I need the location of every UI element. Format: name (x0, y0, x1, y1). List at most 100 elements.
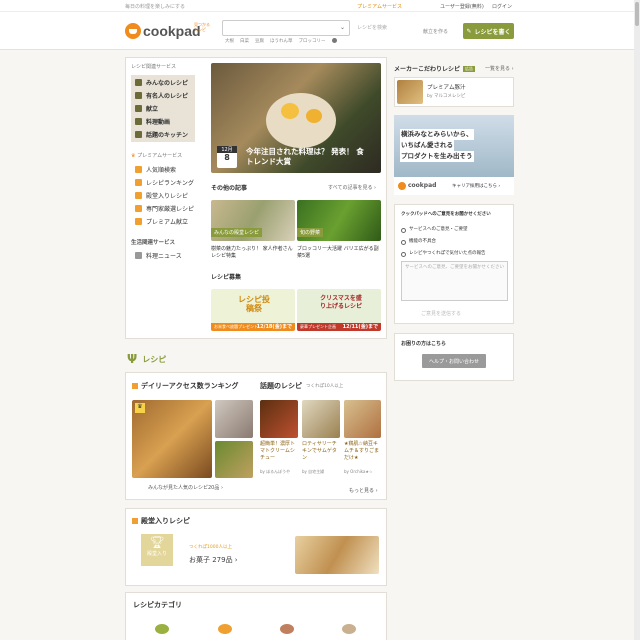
hall-of-fame-header: 殿堂入りレシピ (132, 516, 190, 526)
career-banner[interactable]: 横浜みなとみらいから、 いちばん愛される プロダクトを生み出そう cookpad… (394, 115, 514, 195)
sidebar-item-kondate[interactable]: 献立 (131, 102, 195, 115)
feedback-option[interactable]: レシピやつくれぽで気付いた点の報告 (401, 248, 486, 260)
feedback-option-label: サービスへのご意見・ご要望 (409, 227, 468, 232)
maker-recipe-card[interactable]: プレミアム豚汁 by マルコメレシピ (394, 77, 514, 107)
feedback-option[interactable]: サービスへのご意見・ご要望 (401, 224, 486, 236)
premium-menu-icon (135, 218, 142, 225)
sidebar-item-label: レシピランキング (146, 180, 194, 187)
trending-more-link[interactable]: もっと見る › (349, 487, 378, 494)
keyword-link[interactable]: ブロッコリー (299, 38, 326, 44)
sidebar-item-hall-of-fame[interactable]: 殿堂入りレシピ (131, 189, 195, 202)
search-input[interactable]: ⌄ (222, 20, 350, 36)
radio-button[interactable] (401, 239, 406, 245)
feedback-option[interactable]: 機能の不具合 (401, 236, 486, 248)
sidebar-item-label: 料理ニュース (146, 253, 182, 260)
feedback-submit-button[interactable]: ご意見を送信する (421, 310, 461, 317)
feedback-option-label: 機能の不具合 (409, 239, 436, 244)
date-day: 8 (224, 153, 230, 162)
ranking-thumb[interactable] (215, 400, 253, 438)
scrollbar-thumb[interactable] (635, 2, 639, 26)
trending-image[interactable] (260, 400, 298, 438)
contest-title: レシピ投稿祭 (238, 295, 270, 313)
chevron-down-icon[interactable]: ⌄ (340, 24, 345, 31)
article-title[interactable]: ブロッコリー大活躍 バリエ広がる副菜5選 (297, 246, 381, 260)
sidebar-item-label: プレミアム献立 (146, 219, 189, 226)
scrollbar[interactable] (634, 0, 640, 640)
trending-recipe-title[interactable]: ★鶏肌☆納豆キムチ＆すりごまだけ★ (344, 441, 381, 462)
sidebar-section-title: 生活関連サービス (131, 240, 176, 246)
sidebar-item-premium-kondate[interactable]: プレミアム献立 (131, 215, 195, 228)
trending-author[interactable]: by Orchika★☆ (344, 469, 373, 474)
cookpad-logo[interactable]: cookpad (143, 23, 201, 39)
ranking-main-image[interactable]: ♛ (132, 400, 212, 478)
contest-banner[interactable]: レシピ投稿祭 お米食べ放題プレゼント 12/18(金)まで (211, 289, 295, 331)
sidebar-item-label: 献立 (146, 106, 159, 113)
ranking-thumb[interactable] (215, 441, 253, 478)
kondate-link[interactable]: 献立を作る (423, 28, 448, 35)
contest-banner[interactable]: クリスマスを盛り上げるレシピ 豪華プレゼント企画 12/11(金)まで (297, 289, 381, 331)
help-heading: お困りの方はこちら (401, 341, 447, 347)
sidebar-item-kitchen[interactable]: 話題のキッチン (131, 128, 195, 141)
article-title[interactable]: 樹菜の魅力たっぷり！ 家人作者さんレシピ特集 (211, 246, 295, 260)
date-month: 12月 (217, 146, 237, 153)
badge-label: 殿堂入り (146, 551, 167, 557)
category-icon[interactable] (280, 624, 294, 634)
ranking-more-link[interactable]: みんなが見た人気のレシピ20品 › (148, 484, 223, 491)
write-recipe-button[interactable]: ✎ レシピを書く (463, 23, 514, 39)
trending-title: 話題のレシピ (260, 382, 302, 390)
sidebar-section-title: ♛ プレミアムサービス (131, 152, 195, 159)
sidebar-item-celebrity-recipes[interactable]: 有名人のレシピ (131, 89, 195, 102)
category-icon[interactable] (155, 624, 169, 634)
keyword-link[interactable]: 白菜 (240, 38, 249, 44)
trending-author[interactable]: by 自宅主婦 (302, 469, 324, 475)
trending-image[interactable] (302, 400, 340, 438)
category-icon[interactable] (218, 624, 232, 634)
search-button[interactable]: レシピを検索 (357, 24, 387, 31)
trending-recipe-title[interactable]: ロティサリーチキンでサムゲタン (302, 441, 340, 462)
trending-author[interactable]: by ほるんぼうや (260, 469, 290, 475)
help-circle-icon[interactable] (331, 38, 337, 43)
sidebar-item-expert[interactable]: 専門家厳選レシピ (131, 202, 195, 215)
crown-icon: ♛ (135, 403, 145, 413)
premium-link[interactable]: プレミアムサービス (357, 3, 402, 10)
keyword-link[interactable]: 大根 (225, 38, 234, 44)
radio-button[interactable] (401, 251, 406, 257)
maker-more-link[interactable]: 一覧を見る › (485, 65, 514, 72)
sidebar-item-videos[interactable]: 料理動画 (131, 115, 195, 128)
career-link[interactable]: キャリア採用はこちら › (452, 183, 500, 189)
category-icon[interactable] (342, 624, 356, 634)
categories-title: レシピカテゴリ (133, 601, 182, 609)
feedback-textarea[interactable]: サービスへのご意見、ご要望をお聞かせください (401, 261, 508, 301)
article-tag: 旬の野菜 (297, 228, 324, 237)
sidebar-item-news[interactable]: 料理ニュース (131, 249, 195, 262)
fork-knife-icon: Ψ (127, 352, 138, 366)
login-link[interactable]: ログイン (492, 3, 512, 10)
daily-ranking-title: デイリーアクセス数ランキング (141, 382, 239, 390)
logo-badge: 見つかる レシピ (194, 22, 210, 32)
keyword-link[interactable]: 豆腐 (255, 38, 264, 44)
ranking-icon (132, 383, 138, 389)
write-recipe-label: レシピを書く (474, 28, 511, 36)
trending-recipe-title[interactable]: 超簡単！濃厚トマトクリームシチュー (260, 441, 298, 462)
register-link[interactable]: ユーザー登録(無料) (440, 3, 484, 10)
contest-deadline: 12/18(金)まで (256, 324, 292, 330)
help-button[interactable]: ヘルプ・お問い合わせ (422, 354, 486, 368)
sidebar-item-popular-search[interactable]: 人気順検索 (131, 163, 195, 176)
cookpad-logo-icon[interactable] (125, 23, 141, 39)
pencil-icon: ✎ (466, 27, 472, 35)
article-image[interactable]: 旬の野菜 (297, 200, 381, 241)
all-articles-link[interactable]: すべての記事を見る › (328, 184, 376, 191)
egg-shape (306, 109, 322, 123)
radio-button[interactable] (401, 227, 406, 233)
tagline: 毎日の料理を楽しみにする (125, 4, 186, 10)
trending-image[interactable] (344, 400, 381, 438)
sidebar-section-label: プレミアムサービス (137, 153, 183, 159)
keyword-link[interactable]: ほうれん草 (270, 38, 293, 44)
article-image[interactable]: みんなの殿堂レシピ (211, 200, 295, 241)
hall-of-fame-image[interactable] (295, 536, 379, 574)
hall-of-fame-category[interactable]: お菓子 279品 › (189, 555, 238, 565)
feature-image[interactable]: 12月 8 今年注目された料理は？ 発表！ 食トレンド大賞 (211, 63, 381, 173)
feature-title[interactable]: 今年注目された料理は？ 発表！ 食トレンド大賞 (246, 147, 371, 167)
sidebar-item-everyone-recipes[interactable]: みんなのレシピ (131, 76, 195, 89)
sidebar-item-ranking[interactable]: レシピランキング (131, 176, 195, 189)
